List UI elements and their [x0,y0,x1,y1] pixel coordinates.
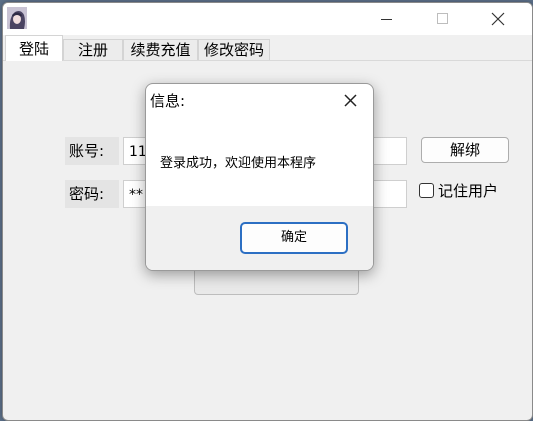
dialog-message: 登录成功，欢迎使用本程序 [160,156,317,171]
tab-change-password[interactable]: 修改密码 [198,39,270,60]
dialog-title: 信息: [150,92,186,110]
account-label: 账号: [65,137,119,165]
tab-register[interactable]: 注册 [63,39,123,60]
tab-recharge[interactable]: 续费充值 [123,39,198,60]
remember-checkbox[interactable] [419,182,434,198]
dialog-close-button[interactable] [336,86,366,114]
maximize-icon [437,13,448,24]
close-icon [344,94,357,107]
app-avatar-icon [7,7,27,29]
close-icon [491,12,505,26]
minimize-icon [381,19,392,20]
close-button[interactable] [475,3,521,35]
ok-button[interactable]: 确定 [240,222,348,254]
remember-user[interactable]: 记住用户 [419,179,498,201]
info-dialog: 信息: 登录成功，欢迎使用本程序 确定 [145,83,374,271]
remember-label: 记住用户 [438,181,499,200]
dialog-footer: 确定 [146,206,373,270]
tab-login[interactable]: 登陆 [5,35,63,61]
password-label: 密码: [65,180,119,208]
tab-bar: 登陆 注册 续费充值 修改密码 [3,35,532,61]
minimize-button[interactable] [363,3,409,35]
unbind-button[interactable]: 解绑 [421,137,509,163]
title-bar [3,3,532,35]
maximize-button[interactable] [419,3,465,35]
